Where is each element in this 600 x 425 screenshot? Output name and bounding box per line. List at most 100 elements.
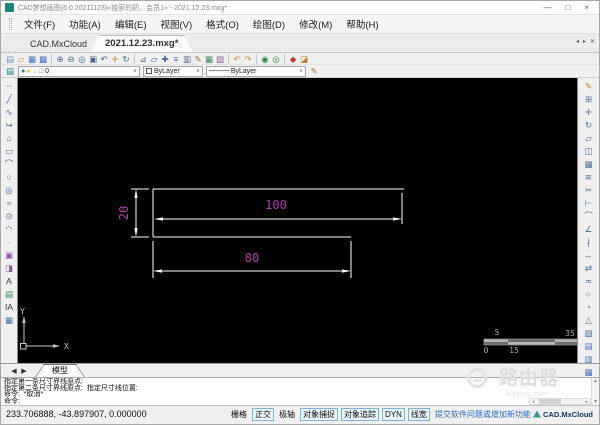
tab-cad-mxcloud[interactable]: CAD.MxCloud	[15, 35, 101, 52]
mirror-icon[interactable]: ◫	[582, 145, 595, 158]
offset-icon[interactable]: ≋	[582, 171, 595, 184]
menu-item[interactable]: 修改(M)	[292, 17, 339, 34]
scroll-down-icon[interactable]: ▼	[593, 399, 598, 405]
menu-item[interactable]: 格式(O)	[199, 17, 246, 34]
command-horizontal-scrollbar[interactable]: ◂ ▸	[529, 398, 591, 405]
id-point-icon[interactable]: ✚	[160, 54, 170, 64]
linetype-edit-icon[interactable]: ✎	[309, 66, 319, 76]
scroll-left-icon[interactable]: ◂	[530, 399, 537, 405]
zoom-window-icon[interactable]: ▣	[88, 54, 98, 64]
field-text-icon[interactable]: IA	[3, 301, 16, 314]
zoom-previous-icon[interactable]: ↶	[99, 54, 109, 64]
status-toggle[interactable]: 线宽	[408, 408, 430, 421]
hatch-icon[interactable]: ▦	[3, 314, 16, 327]
open-icon[interactable]: ▱	[16, 54, 26, 64]
tab-active-document[interactable]: 2021.12.23.mxg*	[91, 35, 192, 52]
text-icon[interactable]: A	[3, 275, 16, 288]
copy-icon[interactable]: ⊞	[582, 93, 595, 106]
dwg-export-icon[interactable]: ◪	[299, 54, 309, 64]
zoom-extents-icon[interactable]: ◎	[77, 54, 87, 64]
save-all-icon[interactable]: ▩	[38, 54, 48, 64]
status-toggle[interactable]: DYN	[382, 408, 405, 421]
rotate-icon[interactable]: ↻	[582, 119, 595, 132]
edit-pencil-icon[interactable]: ✎	[582, 80, 595, 93]
layer-manager-icon[interactable]: ▤	[5, 66, 15, 76]
mtext-icon[interactable]: ▤	[3, 288, 16, 301]
area-icon[interactable]: ▱	[149, 54, 159, 64]
fillet-icon[interactable]: ⌒	[582, 210, 595, 223]
maximize-button[interactable]: □	[565, 3, 570, 13]
trim-icon[interactable]: ✂	[582, 184, 595, 197]
scroll-up-icon[interactable]: ▲	[593, 378, 598, 384]
zoom-out-icon[interactable]: ⊖	[66, 54, 76, 64]
circle-edit-icon[interactable]: ○	[582, 288, 595, 301]
tab-close-icon[interactable]: ✕	[590, 38, 595, 45]
new-icon[interactable]: ▤	[5, 54, 15, 64]
color-dropdown[interactable]: ByLayer ∨	[143, 66, 203, 77]
model-tab[interactable]: 模型	[35, 364, 85, 377]
polygon-icon[interactable]: ⌂	[3, 132, 16, 145]
match-properties-icon[interactable]: ✎	[193, 54, 203, 64]
stretch-icon[interactable]: ↔	[582, 249, 595, 262]
layout-prev-icon[interactable]: ◀	[9, 367, 19, 375]
command-line-panel[interactable]: 指定第一条尺寸界线原点:指定第二条尺寸界线原点: 指定尺寸线位置:命令: *取消…	[1, 377, 599, 405]
rectangle-icon[interactable]: ▭	[3, 145, 16, 158]
ellipse-arc-icon[interactable]: ◠	[3, 223, 16, 236]
polyline-icon[interactable]: ∿	[3, 106, 16, 119]
redo-icon[interactable]: ↷	[243, 54, 253, 64]
ellipse-edit-icon[interactable]: ◔	[582, 301, 595, 314]
menu-item[interactable]: 视图(V)	[153, 17, 199, 34]
insert-block-icon[interactable]: ◨	[3, 262, 16, 275]
layer-dropdown[interactable]: ●●☼□ 0 ∨	[18, 66, 140, 77]
circle-icon[interactable]: ○	[3, 171, 16, 184]
table-icon[interactable]: ▦	[204, 54, 214, 64]
web-icon[interactable]: ◉	[260, 54, 270, 64]
array-icon[interactable]: ▦	[582, 158, 595, 171]
move-icon[interactable]: ✛	[582, 106, 595, 119]
image-icon[interactable]: ▨	[215, 54, 225, 64]
status-toggle[interactable]: 栅格	[229, 409, 249, 420]
pan-icon[interactable]: ✛	[110, 54, 120, 64]
hatch-edit-icon[interactable]: ▧	[582, 327, 595, 340]
tab-scroll-left-icon[interactable]: ◂	[576, 38, 579, 45]
properties-icon[interactable]: ▥	[182, 54, 192, 64]
list-icon[interactable]: ≡	[171, 54, 181, 64]
menu-item[interactable]: 编辑(E)	[108, 17, 154, 34]
measure-icon[interactable]: ⊿	[138, 54, 148, 64]
linetype-dropdown[interactable]: ───── ByLayer ∨	[206, 66, 306, 77]
status-toggle[interactable]: 极轴	[277, 409, 297, 420]
command-vertical-scrollbar[interactable]: ▲ ▼	[591, 378, 599, 405]
zoom-in-icon[interactable]: ⊕	[55, 54, 65, 64]
menu-item[interactable]: 功能(A)	[62, 17, 108, 34]
drawing-canvas[interactable]: 100 20 80	[18, 78, 577, 363]
menu-item[interactable]: 绘图(D)	[246, 17, 292, 34]
minimize-button[interactable]: —	[543, 3, 551, 13]
block-icon[interactable]: ▣	[3, 249, 16, 262]
status-toggle[interactable]: 正交	[252, 408, 274, 421]
pdf-export-icon[interactable]: ◆	[288, 54, 298, 64]
layer-state-2-icon[interactable]: ▥	[582, 353, 595, 366]
scrollbar-thumb[interactable]	[539, 399, 561, 404]
scroll-right-icon[interactable]: ▸	[583, 399, 590, 405]
construction-line-icon[interactable]: ┄	[3, 80, 16, 93]
layout-next-icon[interactable]: ▶	[19, 367, 29, 375]
undo-icon[interactable]: ↶	[232, 54, 242, 64]
menu-item[interactable]: 帮助(H)	[339, 17, 385, 34]
regen-icon[interactable]: ↻	[121, 54, 131, 64]
save-icon[interactable]: ▦	[27, 54, 37, 64]
scale-icon[interactable]: ▱	[582, 132, 595, 145]
point-icon[interactable]: ·	[3, 236, 16, 249]
tab-scroll-right-icon[interactable]: ▸	[583, 38, 586, 45]
feedback-link[interactable]: 提交软件问题或增加新功能	[435, 409, 531, 420]
arc-icon[interactable]: ⌒	[3, 158, 16, 171]
line-icon[interactable]: ╱	[3, 93, 16, 106]
lengthen-icon[interactable]: ⇄	[582, 262, 595, 275]
revcloud-icon[interactable]: ↪	[3, 119, 16, 132]
ellipse-icon[interactable]: ⊙	[3, 210, 16, 223]
extend-icon[interactable]: ⊢	[582, 197, 595, 210]
join-icon[interactable]: ≍	[582, 275, 595, 288]
donut-icon[interactable]: ◎	[3, 184, 16, 197]
chamfer-icon[interactable]: ∠	[582, 223, 595, 236]
menu-item[interactable]: 文件(F)	[17, 17, 62, 34]
close-button[interactable]: ×	[584, 3, 589, 13]
